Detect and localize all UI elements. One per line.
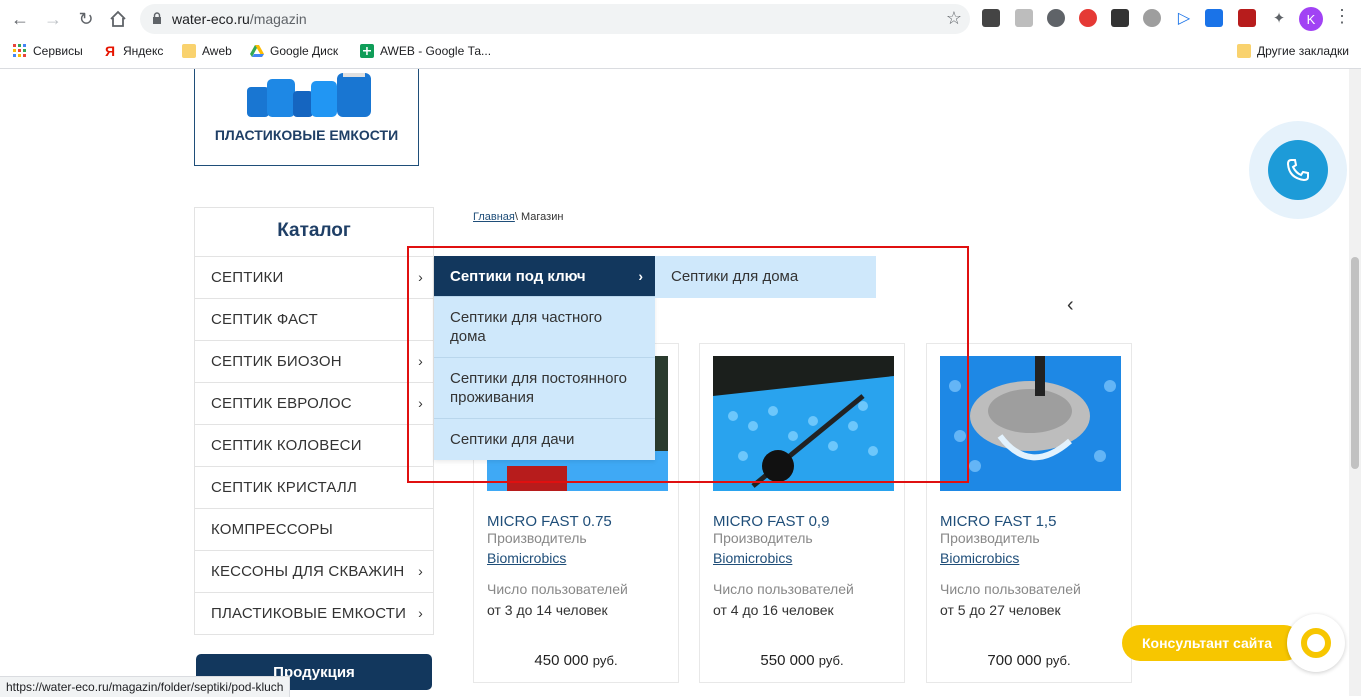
- folder-icon: [182, 44, 196, 58]
- bookmark-other[interactable]: Другие закладки: [1237, 44, 1349, 58]
- catalog-item-septik-kolovesi[interactable]: СЕПТИК КОЛОВЕСИ: [195, 425, 433, 467]
- callback-widget[interactable]: [1249, 121, 1347, 219]
- plastic-tanks-title: ПЛАСТИКОВЫЕ ЕМКОСТИ: [214, 127, 399, 143]
- extension-icon[interactable]: [1143, 9, 1161, 27]
- product-name[interactable]: MICRO FAST 1,5: [940, 513, 1056, 530]
- breadcrumb: Главная\ Магазин: [473, 211, 564, 223]
- consultant-chat-icon[interactable]: [1287, 614, 1345, 672]
- browser-menu-icon[interactable]: ⋮: [1333, 6, 1351, 27]
- product-users-label: Число пользователей: [487, 581, 628, 597]
- extension-icon[interactable]: [1111, 9, 1129, 27]
- product-maker-label: Производитель: [940, 530, 1040, 546]
- profile-avatar[interactable]: K: [1299, 7, 1323, 31]
- product-maker-label: Производитель: [487, 530, 587, 546]
- chevron-right-icon: ›: [418, 563, 423, 579]
- catalog-sidebar: Каталог СЕПТИКИ › СЕПТИК ФАСТ СЕПТИК БИОЗ…: [194, 207, 434, 635]
- apps-grid-icon: [13, 44, 26, 57]
- product-users-range: от 3 до 14 человек: [487, 602, 608, 618]
- pdf-extension-icon[interactable]: [1238, 9, 1256, 27]
- lock-icon: [153, 12, 161, 24]
- product-price: 700 000 руб.: [987, 652, 1071, 669]
- yandex-icon: Я: [104, 43, 116, 59]
- home-icon[interactable]: [106, 7, 130, 31]
- product-name[interactable]: MICRO FAST 0.75: [487, 513, 612, 530]
- product-users-label: Число пользователей: [713, 581, 854, 597]
- product-price: 450 000 руб.: [534, 652, 618, 669]
- bookmark-star-icon[interactable]: ☆: [946, 8, 962, 29]
- product-brand-link[interactable]: Biomicrobics: [487, 550, 566, 566]
- url-text: water-eco.ru/magazin: [172, 11, 307, 27]
- browser-toolbar: ← → ↻ water-eco.ru/magazin ☆ ▷ ✦ K ⋮: [0, 0, 1361, 38]
- catalog-item-septiki[interactable]: СЕПТИКИ ›: [195, 257, 433, 299]
- catalog-item-septik-kristall[interactable]: СЕПТИК КРИСТАЛЛ: [195, 467, 433, 509]
- status-url: https://water-eco.ru/magazin/folder/sept…: [0, 676, 291, 697]
- plastic-tanks-card[interactable]: ПЛАСТИКОВЫЕ ЕМКОСТИ: [194, 69, 419, 166]
- product-brand-link[interactable]: Biomicrobics: [713, 550, 792, 566]
- forward-arrow-icon[interactable]: →: [41, 7, 65, 31]
- google-sheets-icon: [360, 44, 374, 58]
- breadcrumb-current: Магазин: [521, 211, 564, 223]
- product-brand-link[interactable]: Biomicrobics: [940, 550, 1019, 566]
- puzzle-extensions-icon[interactable]: ✦: [1270, 9, 1288, 27]
- catalog-item-kessony[interactable]: КЕССОНЫ ДЛЯ СКВАЖИН ›: [195, 551, 433, 593]
- scrollbar-thumb[interactable]: [1351, 257, 1359, 469]
- highlight-annotation-box: [407, 246, 969, 483]
- extension-icon[interactable]: [1047, 9, 1065, 27]
- catalog-item-kompressory[interactable]: КОМПРЕССОРЫ: [195, 509, 433, 551]
- phone-icon: [1268, 140, 1328, 200]
- play-extension-icon[interactable]: ▷: [1175, 9, 1193, 27]
- page-scrollbar[interactable]: [1349, 69, 1361, 696]
- breadcrumb-home-link[interactable]: Главная: [473, 211, 515, 223]
- catalog-item-plastic-tanks[interactable]: ПЛАСТИКОВЫЕ ЕМКОСТИ ›: [195, 593, 433, 634]
- google-drive-icon: [250, 45, 264, 57]
- folder-icon: [1237, 44, 1251, 58]
- bookmarks-bar: Сервисы Я Яндекс Aweb Google Диск AWEB -…: [0, 38, 1361, 69]
- catalog-item-septik-fast[interactable]: СЕПТИК ФАСТ: [195, 299, 433, 341]
- slider-prev-chevron-icon[interactable]: ‹: [1067, 294, 1074, 317]
- product-users-range: от 4 до 16 человек: [713, 602, 834, 618]
- product-name[interactable]: MICRO FAST 0,9: [713, 513, 829, 530]
- bookmark-aweb-sheets[interactable]: AWEB - Google Та...: [360, 44, 491, 58]
- address-bar[interactable]: water-eco.ru/magazin ☆: [140, 4, 970, 34]
- product-users-label: Число пользователей: [940, 581, 1081, 597]
- page-viewport: ПЛАСТИКОВЫЕ ЕМКОСТИ Каталог СЕПТИКИ › СЕП…: [0, 69, 1349, 696]
- bookmark-services[interactable]: Сервисы: [13, 44, 83, 58]
- consultant-button[interactable]: Консультант сайта: [1122, 625, 1302, 661]
- bookmark-yandex[interactable]: Я Яндекс: [103, 44, 163, 58]
- chevron-right-icon: ›: [418, 605, 423, 621]
- catalog-item-septik-evrolos[interactable]: СЕПТИК ЕВРОЛОС ›: [195, 383, 433, 425]
- product-maker-label: Производитель: [713, 530, 813, 546]
- back-arrow-icon[interactable]: ←: [8, 7, 32, 31]
- extension-icon[interactable]: [1015, 9, 1033, 27]
- catalog-title: Каталог: [195, 208, 433, 257]
- plastic-tanks-image: [247, 73, 371, 117]
- bookmark-aweb[interactable]: Aweb: [182, 44, 232, 58]
- product-users-range: от 5 до 27 человек: [940, 602, 1061, 618]
- catalog-item-septik-biozon[interactable]: СЕПТИК БИОЗОН ›: [195, 341, 433, 383]
- opera-extension-icon[interactable]: [1079, 9, 1097, 27]
- product-price: 550 000 руб.: [760, 652, 844, 669]
- extension-icon[interactable]: [1205, 9, 1223, 27]
- bookmark-google-drive[interactable]: Google Диск: [250, 44, 338, 58]
- extension-icon[interactable]: [982, 9, 1000, 27]
- reload-icon[interactable]: ↻: [74, 7, 98, 31]
